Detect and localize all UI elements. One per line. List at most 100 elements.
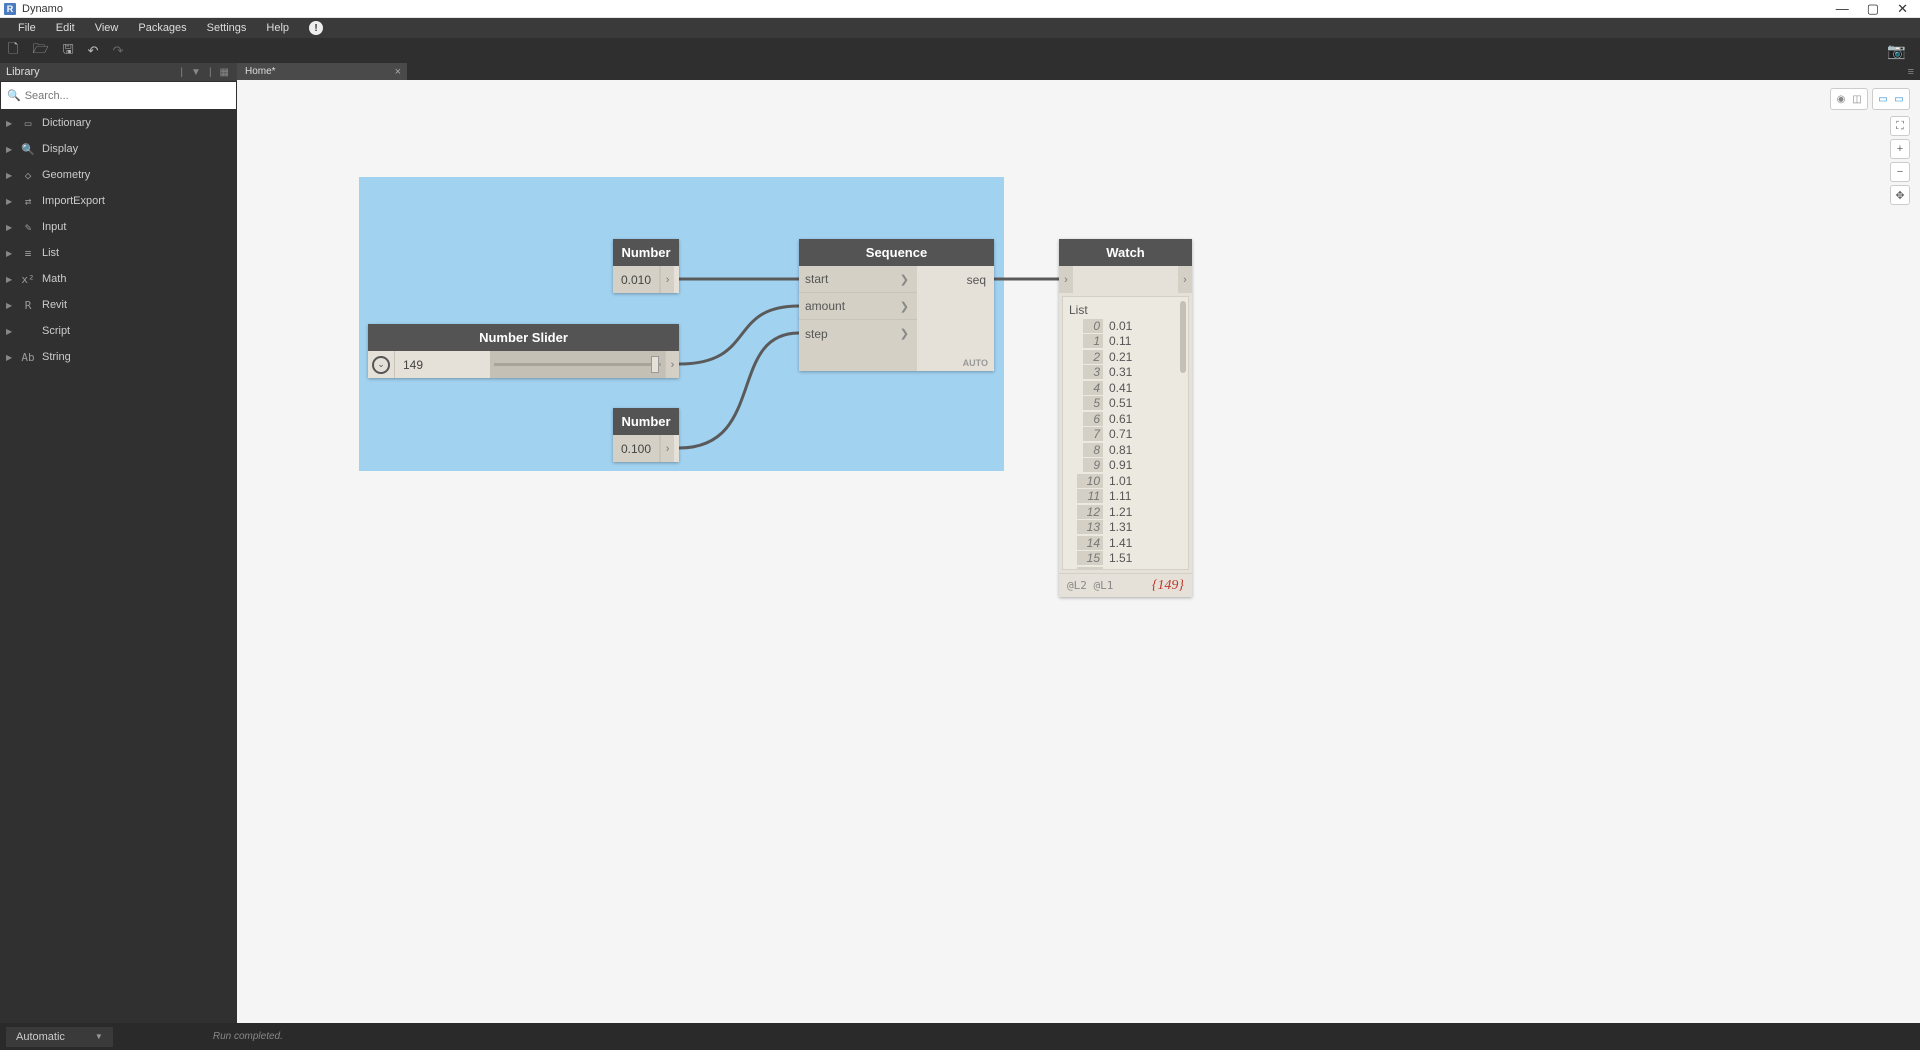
input-port-step[interactable]: step❯ [799, 320, 917, 347]
zoom-out-icon[interactable]: − [1890, 162, 1910, 182]
undo-icon[interactable]: ↶ [88, 43, 99, 59]
node-watch[interactable]: Watch › › List 00.0110.1120.2130.3140.41… [1059, 239, 1192, 597]
watch-list-row[interactable]: 00.01 [1069, 318, 1184, 334]
node-value[interactable]: 0.100 [613, 435, 660, 462]
library-item-importexport[interactable]: ▶ ⇄ ImportExport [0, 188, 237, 214]
watch-input-port[interactable]: › [1059, 266, 1073, 293]
library-divider-icon[interactable]: | [178, 67, 185, 78]
lacing-mode[interactable]: AUTO [963, 358, 988, 368]
watch-list-row[interactable]: 80.81 [1069, 442, 1184, 458]
menu-help[interactable]: Help [256, 22, 299, 34]
watch-list-row[interactable]: 121.21 [1069, 504, 1184, 520]
workspace-tab[interactable]: Home* × [237, 63, 407, 80]
watch-list-row[interactable]: 10.11 [1069, 334, 1184, 350]
node-title: Number [613, 408, 679, 435]
tab-menu-icon[interactable]: ≡ [1902, 63, 1920, 80]
watch-levels[interactable]: @L2 @L1 [1067, 579, 1113, 592]
library-item-dictionary[interactable]: ▶ ▭ Dictionary [0, 110, 237, 136]
library-view-icon[interactable]: ▦ [218, 67, 231, 78]
watch-list-row[interactable]: 151.51 [1069, 551, 1184, 567]
list-index: 8 [1083, 443, 1103, 457]
watch-list-header: List [1069, 303, 1184, 317]
node-value[interactable]: 0.010 [613, 266, 660, 293]
list-index: 5 [1083, 396, 1103, 410]
menu-file[interactable]: File [8, 22, 46, 34]
view-geom-icon[interactable]: ▭ [1891, 91, 1907, 107]
run-mode-label: Automatic [16, 1031, 65, 1043]
library-search[interactable]: 🔍 [1, 82, 236, 109]
library-item-input[interactable]: ▶ ✎ Input [0, 214, 237, 240]
output-port[interactable]: › [660, 266, 674, 293]
slider-expand-button[interactable]: ⌄ [368, 351, 395, 378]
watch-list-row[interactable]: 30.31 [1069, 365, 1184, 381]
library-item-display[interactable]: ▶ 🔍 Display [0, 136, 237, 162]
watch-list-row[interactable]: 111.11 [1069, 489, 1184, 505]
new-file-icon[interactable]: 🗋 [8, 40, 18, 62]
library-item-geometry[interactable]: ▶ ◇ Geometry [0, 162, 237, 188]
watch-output-port[interactable]: › [1178, 266, 1192, 293]
tab-strip: Home* × ≡ [237, 63, 1920, 80]
input-port-amount[interactable]: amount❯ [799, 293, 917, 320]
pan-icon[interactable]: ✥ [1890, 185, 1910, 205]
watch-list-row[interactable]: 101.01 [1069, 473, 1184, 489]
menu-view[interactable]: View [85, 22, 129, 34]
node-number-1[interactable]: Number 0.010 › [613, 239, 679, 293]
library-item-revit[interactable]: ▶ R Revit [0, 292, 237, 318]
output-port-seq[interactable]: seq [959, 266, 994, 293]
fit-view-icon[interactable]: ⛶ [1890, 116, 1910, 136]
library-filter-icon[interactable]: ▼ [189, 67, 203, 78]
tab-label: Home* [245, 66, 276, 77]
watch-list[interactable]: List 00.0110.1120.2130.3140.4150.5160.61… [1062, 296, 1189, 570]
slider-thumb[interactable] [651, 356, 659, 373]
list-value: 0.81 [1109, 443, 1132, 457]
app-logo-icon: R [4, 3, 16, 15]
expand-arrow-icon: ▶ [6, 223, 18, 232]
output-port[interactable]: › [665, 351, 679, 378]
node-title: Sequence [799, 239, 994, 266]
library-item-script[interactable]: ▶ Script [0, 318, 237, 344]
library-divider-icon: | [207, 67, 214, 78]
maximize-icon[interactable]: ▢ [1867, 1, 1879, 17]
zoom-in-icon[interactable]: + [1890, 139, 1910, 159]
open-file-icon[interactable]: 🗁 [32, 40, 48, 62]
output-port[interactable]: › [660, 435, 674, 462]
menu-settings[interactable]: Settings [197, 22, 257, 34]
screenshot-icon[interactable]: 📷 [1887, 42, 1906, 60]
watch-list-row[interactable]: 131.31 [1069, 520, 1184, 536]
menu-packages[interactable]: Packages [128, 22, 196, 34]
watch-list-row[interactable]: 20.21 [1069, 349, 1184, 365]
view-graph-icon[interactable]: ▭ [1875, 91, 1891, 107]
view-box-icon[interactable]: ◫ [1849, 91, 1865, 107]
node-title: Number [613, 239, 679, 266]
minimize-icon[interactable]: — [1836, 1, 1849, 17]
watch-list-row[interactable]: 161.61 [1069, 566, 1184, 570]
graph-canvas[interactable]: Number 0.010 › Number Slider ⌄ 149 › [237, 80, 1920, 1023]
search-input[interactable] [25, 90, 230, 102]
redo-icon[interactable]: ↷ [113, 43, 124, 59]
run-mode-dropdown[interactable]: Automatic ▼ [6, 1027, 113, 1047]
slider-track[interactable] [490, 351, 665, 378]
watch-list-row[interactable]: 141.41 [1069, 535, 1184, 551]
node-number-slider[interactable]: Number Slider ⌄ 149 › [368, 324, 679, 378]
watch-list-row[interactable]: 70.71 [1069, 427, 1184, 443]
watch-list-row[interactable]: 90.91 [1069, 458, 1184, 474]
watch-list-row[interactable]: 40.41 [1069, 380, 1184, 396]
node-number-2[interactable]: Number 0.100 › [613, 408, 679, 462]
slider-value[interactable]: 149 [395, 358, 490, 372]
menu-edit[interactable]: Edit [46, 22, 85, 34]
library-item-list[interactable]: ▶ ≡ List [0, 240, 237, 266]
watch-scrollbar[interactable] [1180, 301, 1186, 373]
info-icon[interactable]: ! [309, 21, 323, 35]
tab-close-icon[interactable]: × [395, 66, 401, 78]
view-3d-icon[interactable]: ◉ [1833, 91, 1849, 107]
watch-count: {149} [1152, 578, 1184, 594]
close-icon[interactable]: ✕ [1897, 1, 1908, 17]
watch-list-row[interactable]: 60.61 [1069, 411, 1184, 427]
input-port-start[interactable]: start❯ [799, 266, 917, 293]
list-index: 14 [1077, 536, 1103, 550]
watch-list-row[interactable]: 50.51 [1069, 396, 1184, 412]
node-sequence[interactable]: Sequence start❯ amount❯ step❯ seq AUTO [799, 239, 994, 371]
save-file-icon[interactable]: 🖫 [63, 40, 74, 62]
library-item-string[interactable]: ▶ Ab String [0, 344, 237, 370]
library-item-math[interactable]: ▶ x² Math [0, 266, 237, 292]
